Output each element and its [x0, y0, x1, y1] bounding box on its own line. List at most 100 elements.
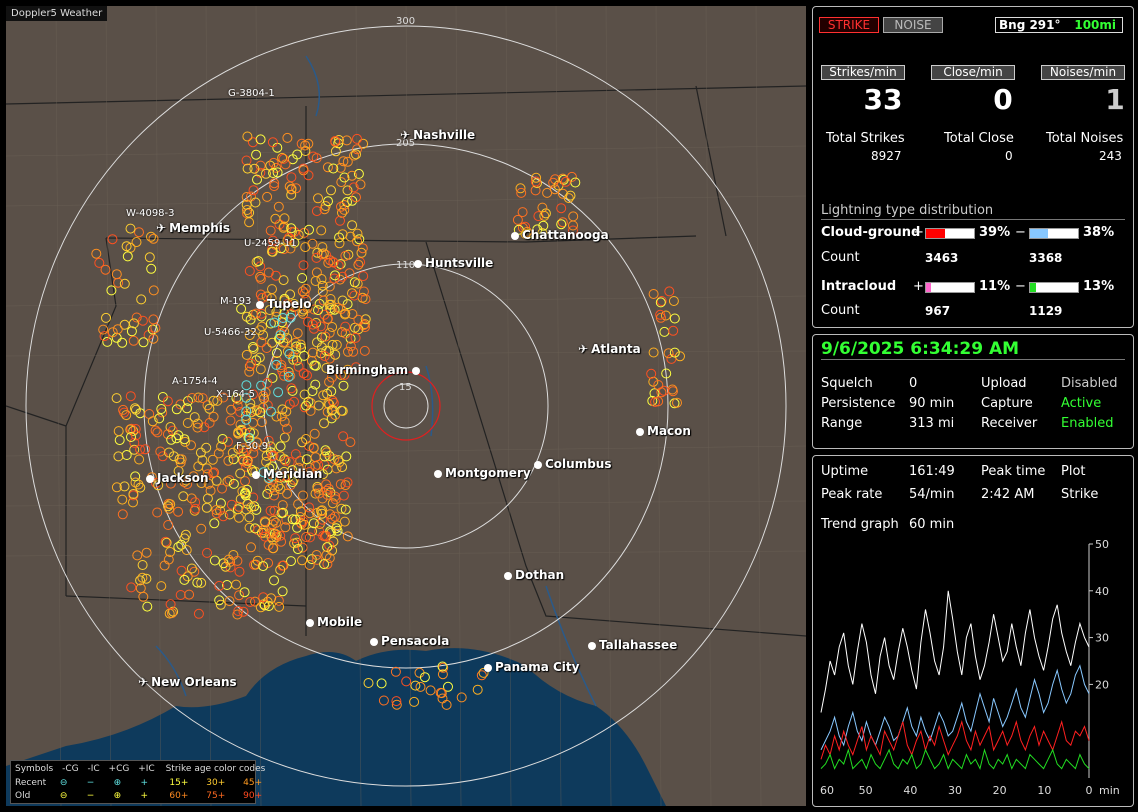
strike-marker: [330, 146, 341, 157]
range-value: 100mi: [1074, 18, 1117, 32]
city-dot-icon: [504, 572, 512, 580]
city-dot-icon: [146, 475, 154, 483]
strike-marker: [347, 220, 358, 231]
strike-marker: [302, 370, 312, 381]
strike-marker: [186, 493, 197, 504]
close-per-min-value: 0: [993, 83, 1013, 116]
legend-col-header: +IC: [138, 764, 155, 774]
city-meridian: Meridian: [252, 467, 322, 481]
strike-marker: [91, 248, 102, 259]
ic-negative-count: 1129: [1029, 304, 1063, 318]
strike-marker: [119, 278, 130, 289]
trend-series-line: [820, 719, 1090, 760]
storm-label[interactable]: U-5466-32: [204, 327, 257, 338]
storm-label[interactable]: F-30-9: [236, 441, 268, 452]
cg-positive-pct: 39%: [979, 225, 1011, 240]
strike-marker: [261, 343, 272, 353]
city-birmingham: Birmingham: [326, 363, 423, 377]
strike-marker: [113, 426, 124, 437]
city-columbus: Columbus: [534, 457, 612, 471]
strike-marker: [279, 213, 290, 224]
strike-marker: [250, 197, 261, 208]
strike-marker: [357, 292, 368, 303]
strike-marker: [307, 526, 318, 537]
plus-sign: +: [913, 279, 924, 294]
strike-marker: [284, 181, 295, 192]
strike-marker: [140, 444, 151, 455]
strike-marker: [226, 404, 237, 415]
strike-marker: [117, 509, 128, 520]
strike-marker: [350, 332, 361, 343]
strike-marker: [148, 285, 159, 296]
strike-marker: [275, 484, 286, 494]
strike-marker: [267, 337, 278, 348]
strike-marker: [244, 266, 255, 276]
strike-marker: [152, 507, 163, 518]
strike-marker: [125, 223, 136, 234]
airport-icon: ✈: [156, 221, 167, 235]
plus-ic-icon: +: [140, 778, 149, 788]
legend-col-header: -IC: [87, 764, 100, 774]
strike-marker: [184, 589, 195, 600]
strike-marker: [348, 346, 359, 357]
strike-marker: [297, 555, 307, 566]
strike-marker: [173, 506, 184, 517]
total-noises-value: 243: [1099, 149, 1122, 163]
storm-label[interactable]: W-4098-3: [126, 208, 175, 219]
range-label: Range: [821, 416, 863, 431]
strike-marker: [273, 201, 284, 212]
plus-cg-icon: ⊕: [113, 778, 122, 788]
strike-marker: [271, 517, 281, 528]
timestamp: 9/6/2025 6:34:29 AM: [821, 339, 1020, 359]
minus-ic-icon: −: [86, 778, 95, 788]
strike-marker: [311, 267, 322, 278]
squelch-value: 0: [909, 376, 918, 391]
storm-label[interactable]: U-2459-11: [244, 238, 297, 249]
strike-mode-button[interactable]: STRIKE: [819, 17, 879, 33]
strike-marker: [345, 437, 356, 448]
bearing-display[interactable]: Bng 291° 100mi: [995, 17, 1123, 33]
city-label: Dothan: [515, 568, 565, 582]
noise-mode-button[interactable]: NOISE: [883, 17, 943, 33]
lightning-map[interactable]: Doppler5 Weather 300 205 110 15 ✈ Nashvil…: [6, 6, 806, 806]
city-pensacola: Pensacola: [370, 634, 449, 648]
receiver-label: Receiver: [981, 416, 1038, 431]
storm-label[interactable]: M-193: [220, 296, 251, 307]
plot-value[interactable]: Strike: [1061, 487, 1098, 502]
city-label: Panama City: [495, 660, 580, 674]
airport-icon: ✈: [138, 675, 149, 689]
uptime-value: 161:49: [909, 464, 955, 479]
cg-negative-bar: [1029, 228, 1079, 239]
strike-marker: [263, 558, 274, 568]
trend-window-value[interactable]: 60 min: [909, 517, 954, 532]
city-dot-icon: [511, 232, 519, 240]
strike-marker: [148, 314, 159, 325]
strike-marker: [225, 415, 236, 426]
strike-marker: [556, 203, 567, 214]
strike-marker: [173, 542, 184, 552]
cg-negative-count: 3368: [1029, 251, 1063, 265]
city-dot-icon: [636, 428, 644, 436]
strike-marker: [342, 477, 353, 488]
strike-marker: [255, 364, 266, 375]
strike-marker: [101, 312, 111, 323]
storm-label[interactable]: A-1754-4: [172, 376, 218, 387]
trend-graph-label: Trend graph: [821, 517, 899, 532]
storm-label[interactable]: G-3804-1: [228, 88, 275, 99]
city-memphis: ✈ Memphis: [156, 221, 230, 235]
strike-marker: [131, 237, 142, 248]
strike-marker: [274, 601, 285, 612]
trend-series-line: [820, 664, 1090, 751]
storm-label[interactable]: X-164-5: [216, 389, 255, 400]
y-tick-label: 40: [1095, 585, 1109, 598]
x-tick-label: 0: [1086, 784, 1093, 797]
strike-marker: [128, 335, 139, 346]
strike-marker: [204, 403, 215, 414]
city-tupelo: Tupelo: [256, 297, 312, 311]
strike-marker: [343, 346, 353, 357]
city-label: Memphis: [169, 221, 231, 235]
strike-marker: [146, 231, 156, 242]
strike-marker: [282, 132, 293, 143]
ic-positive-bar: [925, 282, 975, 293]
strike-markers: [91, 131, 685, 710]
